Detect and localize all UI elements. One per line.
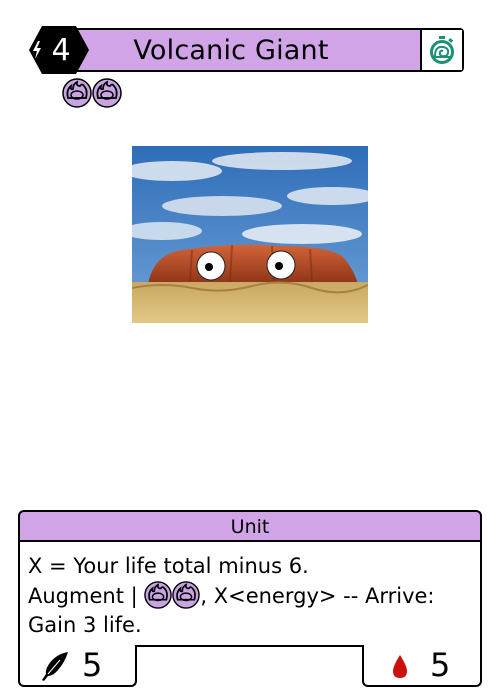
power-stat-box: 5 <box>18 645 137 687</box>
ember-orb-icon <box>92 78 122 108</box>
snail-stopwatch-icon <box>430 36 454 64</box>
ember-orb-icon <box>62 78 92 108</box>
power-value: 5 <box>82 646 103 684</box>
augment-cost-text: , X<energy> -- Arrive: <box>200 584 435 608</box>
energy-bolt-icon <box>33 41 41 59</box>
threshold-requirements <box>62 78 122 108</box>
rules-line-1: X = Your life total minus 6. <box>28 554 309 578</box>
card-art <box>132 146 368 323</box>
rules-line-2: Augment | , X<energy> -- Arrive: <box>28 581 472 611</box>
card-name: Volcanic Giant <box>133 34 329 66</box>
blood-drop-icon <box>393 655 407 678</box>
speed-indicator <box>420 30 462 70</box>
card-type: Unit <box>230 516 270 538</box>
augment-keyword: Augment | <box>28 584 138 608</box>
rules-text-box: X = Your life total minus 6. Augment | ,… <box>18 540 482 647</box>
health-stat-box: 5 <box>362 645 482 687</box>
card-type-bar: Unit <box>18 510 482 542</box>
card-title-bar: Volcanic Giant <box>44 28 464 72</box>
ember-orb-icon <box>144 581 173 609</box>
health-value: 5 <box>430 646 451 684</box>
ember-orb-icon <box>172 581 201 609</box>
rules-line-3: Gain 3 life. <box>28 613 142 637</box>
card-cost: 4 <box>51 32 71 68</box>
quill-icon <box>42 652 68 681</box>
